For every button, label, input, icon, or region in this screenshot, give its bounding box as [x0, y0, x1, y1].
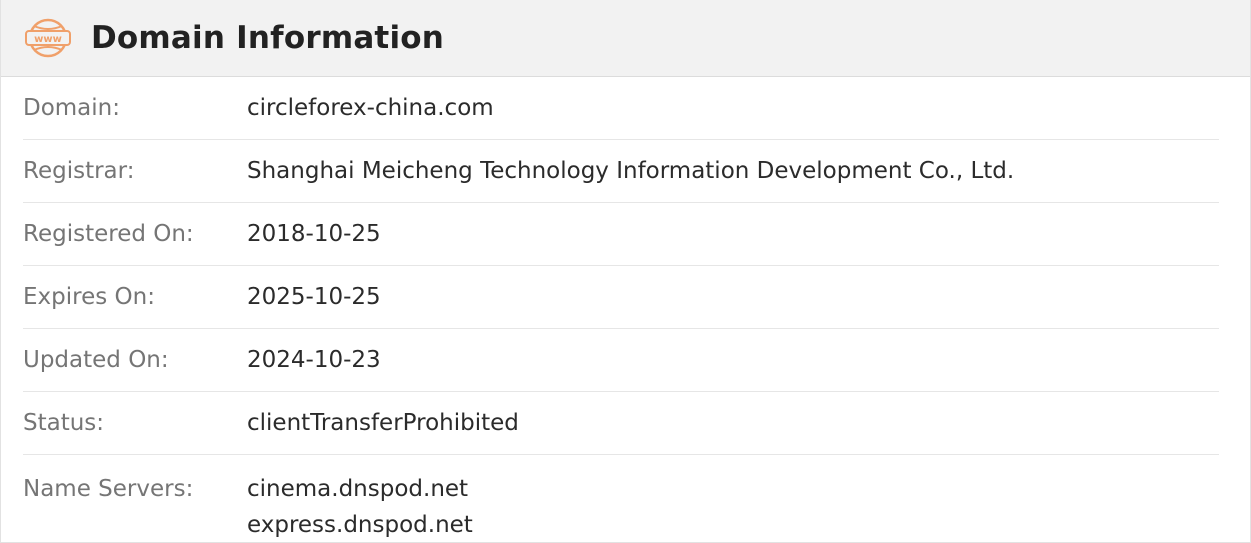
name-servers-label: Name Servers:	[23, 476, 194, 502]
table-row-registered-on: Registered On: 2018-10-25	[23, 203, 1219, 266]
table-row-status: Status: clientTransferProhibited	[23, 392, 1219, 455]
status-value: clientTransferProhibited	[247, 410, 519, 436]
name-server-item: cinema.dnspod.net	[247, 476, 469, 502]
table-row-name-servers: Name Servers: cinema.dnspod.net express.…	[23, 455, 1219, 543]
registered-on-value: 2018-10-25	[247, 221, 381, 247]
domain-value: circleforex-china.com	[247, 95, 494, 121]
table-row-domain: Domain: circleforex-china.com	[23, 77, 1219, 140]
name-server-item: express.dnspod.net	[247, 512, 473, 538]
registered-on-label: Registered On:	[23, 221, 194, 247]
table-row-registrar: Registrar: Shanghai Meicheng Technology …	[23, 140, 1219, 203]
registrar-value: Shanghai Meicheng Technology Information…	[247, 158, 1015, 184]
name-servers-list: cinema.dnspod.net express.dnspod.net	[247, 471, 473, 543]
card-header: www Domain Information	[1, 0, 1250, 77]
page-title: Domain Information	[91, 20, 445, 56]
updated-on-label: Updated On:	[23, 347, 169, 373]
registrar-label: Registrar:	[23, 158, 135, 184]
status-label: Status:	[23, 410, 105, 436]
table-row-expires-on: Expires On: 2025-10-25	[23, 266, 1219, 329]
www-icon-text: www	[34, 34, 62, 45]
domain-information-card: www Domain Information Domain: circlefor…	[0, 0, 1251, 543]
info-table: Domain: circleforex-china.com Registrar:…	[1, 77, 1250, 543]
expires-on-label: Expires On:	[23, 284, 155, 310]
expires-on-value: 2025-10-25	[247, 284, 381, 310]
updated-on-value: 2024-10-23	[247, 347, 381, 373]
domain-label: Domain:	[23, 95, 120, 121]
www-globe-icon: www	[25, 18, 71, 58]
table-row-updated-on: Updated On: 2024-10-23	[23, 329, 1219, 392]
